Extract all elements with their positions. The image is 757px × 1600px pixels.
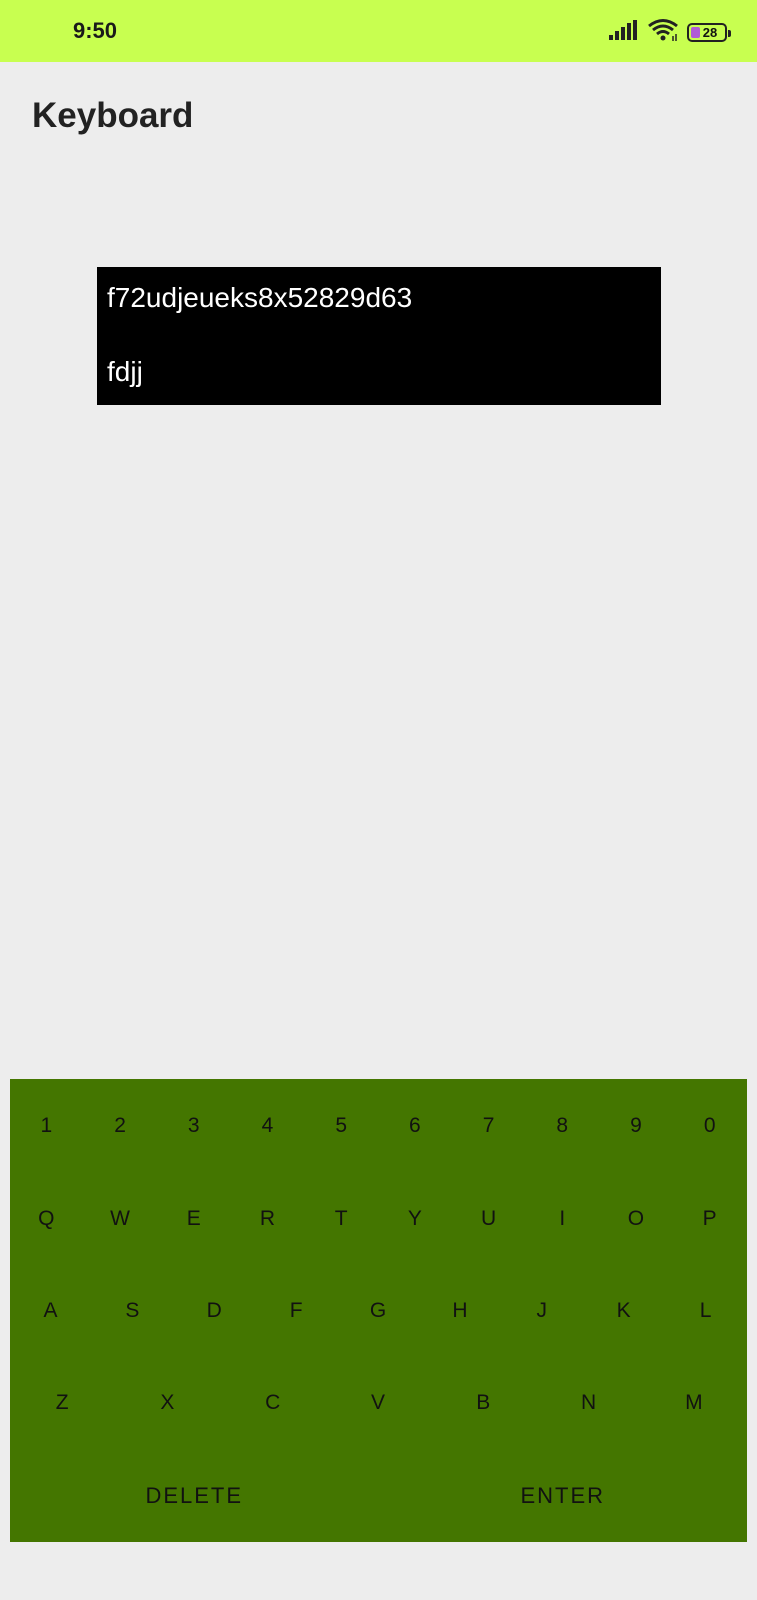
display-line-1: f72udjeueks8x52829d63 — [107, 282, 413, 313]
keyboard: 1 2 3 4 5 6 7 8 9 0 Q W E R T Y U I O P … — [10, 1079, 747, 1542]
key-a[interactable]: A — [10, 1265, 92, 1357]
key-h[interactable]: H — [419, 1265, 501, 1357]
keyboard-row-qwerty: Q W E R T Y U I O P — [10, 1173, 747, 1265]
key-2[interactable]: 2 — [84, 1079, 158, 1173]
keyboard-row-actions: DELETE ENTER — [10, 1449, 747, 1542]
key-m[interactable]: M — [642, 1357, 747, 1449]
key-y[interactable]: Y — [379, 1173, 453, 1265]
key-0[interactable]: 0 — [673, 1079, 747, 1173]
wifi-icon — [647, 18, 679, 47]
battery-level: 28 — [702, 24, 718, 40]
key-n[interactable]: N — [536, 1357, 641, 1449]
key-v[interactable]: V — [326, 1357, 431, 1449]
key-4[interactable]: 4 — [231, 1079, 305, 1173]
key-6[interactable]: 6 — [379, 1079, 453, 1173]
battery-fill — [691, 26, 700, 38]
key-g[interactable]: G — [338, 1265, 420, 1357]
key-k[interactable]: K — [583, 1265, 665, 1357]
key-z[interactable]: Z — [10, 1357, 115, 1449]
key-x[interactable]: X — [115, 1357, 220, 1449]
key-d[interactable]: D — [174, 1265, 256, 1357]
key-q[interactable]: Q — [10, 1173, 84, 1265]
key-3[interactable]: 3 — [157, 1079, 231, 1173]
keyboard-row-numbers: 1 2 3 4 5 6 7 8 9 0 — [10, 1079, 747, 1173]
status-icons: 28 — [609, 18, 731, 47]
battery-icon: 28 — [687, 22, 731, 42]
key-5[interactable]: 5 — [305, 1079, 379, 1173]
key-e[interactable]: E — [157, 1173, 231, 1265]
delete-button[interactable]: DELETE — [10, 1449, 379, 1542]
key-9[interactable]: 9 — [600, 1079, 674, 1173]
key-i[interactable]: I — [526, 1173, 600, 1265]
key-7[interactable]: 7 — [452, 1079, 526, 1173]
key-t[interactable]: T — [305, 1173, 379, 1265]
enter-button[interactable]: ENTER — [379, 1449, 748, 1542]
key-f[interactable]: F — [256, 1265, 338, 1357]
keyboard-row-asdf: A S D F G H J K L — [10, 1265, 747, 1357]
status-bar: 9:50 28 — [0, 0, 757, 62]
key-w[interactable]: W — [84, 1173, 158, 1265]
key-p[interactable]: P — [673, 1173, 747, 1265]
key-u[interactable]: U — [452, 1173, 526, 1265]
text-display: f72udjeueks8x52829d63 fdjj — [97, 267, 661, 405]
key-8[interactable]: 8 — [526, 1079, 600, 1173]
page-title: Keyboard — [32, 96, 194, 135]
key-l[interactable]: L — [665, 1265, 747, 1357]
key-b[interactable]: B — [431, 1357, 536, 1449]
status-time: 9:50 — [73, 18, 118, 43]
key-s[interactable]: S — [92, 1265, 174, 1357]
signal-icon — [609, 19, 639, 45]
key-1[interactable]: 1 — [10, 1079, 84, 1173]
display-line-2: fdjj — [107, 356, 143, 387]
key-j[interactable]: J — [501, 1265, 583, 1357]
keyboard-row-zxcv: Z X C V B N M — [10, 1357, 747, 1449]
key-o[interactable]: O — [600, 1173, 674, 1265]
key-r[interactable]: R — [231, 1173, 305, 1265]
key-c[interactable]: C — [221, 1357, 326, 1449]
